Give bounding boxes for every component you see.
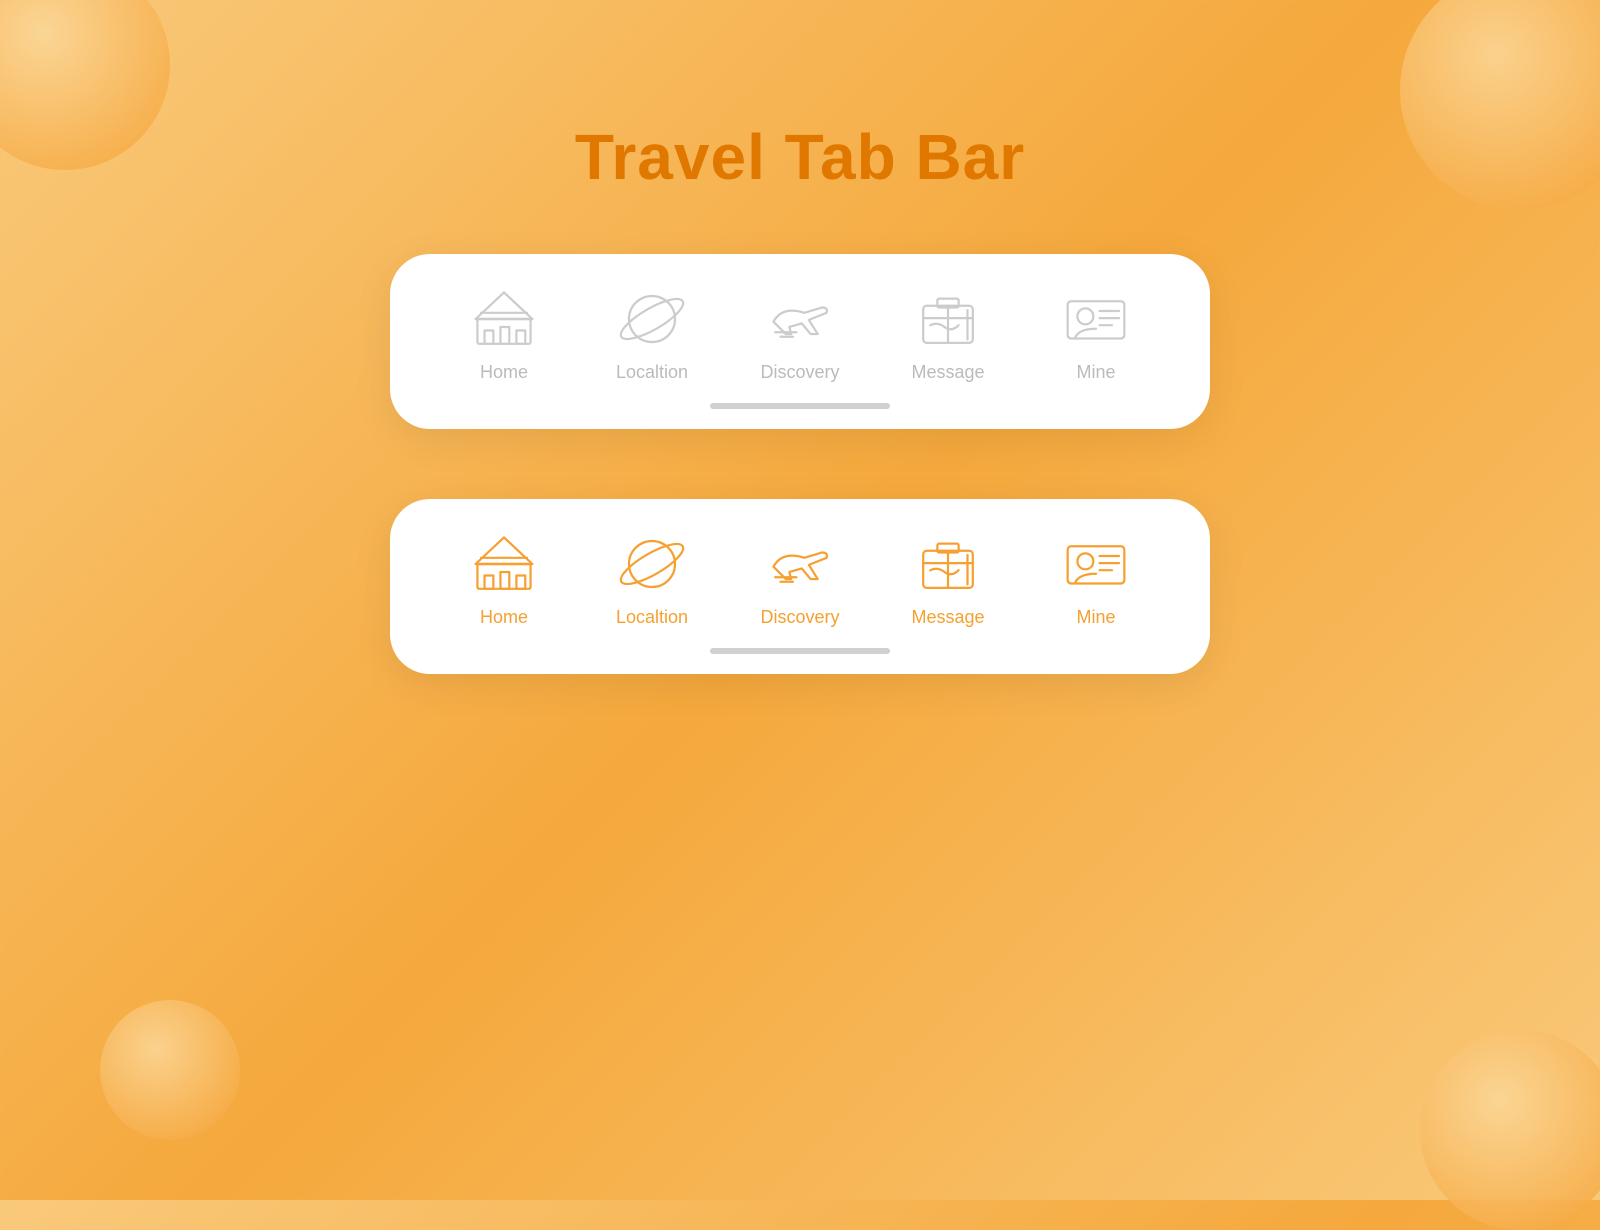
active-tab-bar-items: Home Localtion	[430, 529, 1170, 628]
plane-icon	[760, 284, 840, 354]
plane-icon-active	[760, 529, 840, 599]
tab-label-location-inactive: Localtion	[616, 362, 688, 383]
tab-label-mine-inactive: Mine	[1076, 362, 1115, 383]
id-card-icon	[1056, 284, 1136, 354]
tab-label-discovery-active: Discovery	[760, 607, 839, 628]
tab-bar-indicator-active	[710, 648, 890, 654]
tab-item-location-inactive[interactable]: Localtion	[592, 284, 712, 383]
tab-bars-container: Home Localtion	[0, 254, 1600, 674]
tab-label-home-active: Home	[480, 607, 528, 628]
tab-item-home-inactive[interactable]: Home	[444, 284, 564, 383]
temple-icon-active	[464, 529, 544, 599]
tab-label-home-inactive: Home	[480, 362, 528, 383]
decorative-circle-bottom-left	[100, 1000, 240, 1140]
active-tab-bar: Home Localtion	[390, 499, 1210, 674]
planet-icon	[612, 284, 692, 354]
inactive-tab-bar-items: Home Localtion	[430, 284, 1170, 383]
tab-label-message-inactive: Message	[911, 362, 984, 383]
planet-icon-active	[612, 529, 692, 599]
tab-label-mine-active: Mine	[1076, 607, 1115, 628]
decorative-circle-bottom-right	[1420, 1030, 1600, 1230]
tab-item-location-active[interactable]: Localtion	[592, 529, 712, 628]
tab-item-message-active[interactable]: Message	[888, 529, 1008, 628]
tab-item-discovery-inactive[interactable]: Discovery	[740, 284, 860, 383]
tab-label-discovery-inactive: Discovery	[760, 362, 839, 383]
luggage-icon	[908, 284, 988, 354]
tab-item-discovery-active[interactable]: Discovery	[740, 529, 860, 628]
luggage-icon-active	[908, 529, 988, 599]
tab-label-location-active: Localtion	[616, 607, 688, 628]
temple-icon	[464, 284, 544, 354]
tab-item-mine-active[interactable]: Mine	[1036, 529, 1156, 628]
page-title: Travel Tab Bar	[0, 0, 1600, 234]
tab-item-message-inactive[interactable]: Message	[888, 284, 1008, 383]
inactive-tab-bar: Home Localtion	[390, 254, 1210, 429]
id-card-icon-active	[1056, 529, 1136, 599]
tab-label-message-active: Message	[911, 607, 984, 628]
tab-bar-indicator-inactive	[710, 403, 890, 409]
tab-item-mine-inactive[interactable]: Mine	[1036, 284, 1156, 383]
tab-item-home-active[interactable]: Home	[444, 529, 564, 628]
